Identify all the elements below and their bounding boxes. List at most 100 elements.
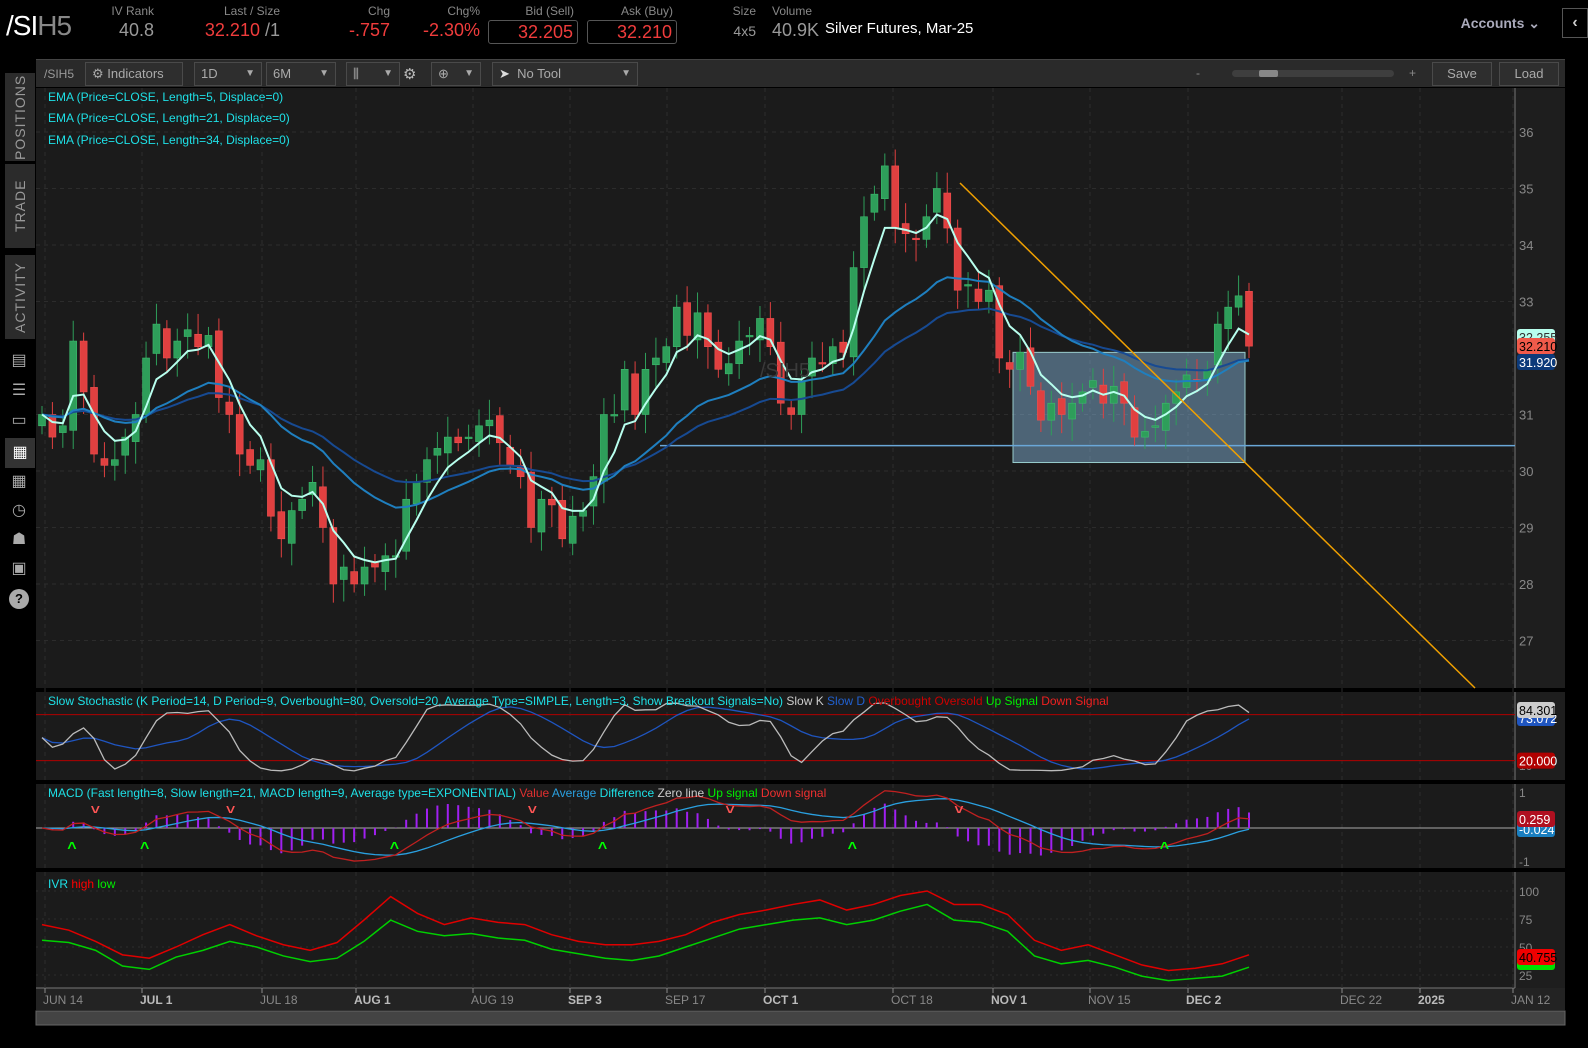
- candle-up: [485, 419, 494, 427]
- macd-down-signal-icon: ^: [226, 798, 235, 815]
- candle-up: [1161, 402, 1170, 431]
- candle-down: [79, 340, 88, 393]
- horizontal-scrollbar[interactable]: [35, 1010, 1566, 1026]
- candle-up: [933, 188, 941, 213]
- candle-up: [735, 340, 743, 364]
- price-tick-label: 33: [1519, 295, 1533, 310]
- candle-down: [631, 373, 639, 415]
- time-tick-label: NOV 15: [1088, 993, 1131, 1007]
- macd-legend: MACD (Fast length=8, Slow length=21, MAC…: [48, 786, 827, 800]
- time-tick-label: 2025: [1418, 993, 1445, 1007]
- candle-up: [985, 289, 993, 302]
- macd-up-signal-icon: ^: [1160, 840, 1169, 857]
- candle-up: [173, 340, 182, 359]
- ivr-tick-label: 100: [1519, 885, 1539, 899]
- macd-down-signal-icon: ^: [725, 798, 734, 815]
- time-tick-label: DEC 2: [1186, 993, 1222, 1007]
- candle-down: [787, 407, 795, 415]
- candle-down: [912, 237, 920, 241]
- stochastic-legend: Slow Stochastic (K Period=14, D Period=9…: [48, 694, 1109, 708]
- time-tick-label: JUL 18: [260, 993, 298, 1007]
- candle-down: [1245, 291, 1253, 347]
- candle-up: [652, 357, 660, 366]
- time-tick-label: JAN 12: [1511, 993, 1551, 1007]
- candle-down: [319, 486, 327, 528]
- candle-down: [454, 436, 463, 444]
- candle-up: [111, 459, 119, 466]
- candle-up: [870, 193, 879, 213]
- candle-up: [1224, 306, 1232, 329]
- candle-up: [464, 436, 473, 439]
- time-tick-label: AUG 19: [471, 993, 514, 1007]
- chart-canvas[interactable]: JUN 14 JUL 1 JUL 18 AUG 1 AUG 19 SEP 3 SEP 17 O…: [0, 0, 1588, 1048]
- candle-up: [1151, 425, 1160, 428]
- candle-up: [860, 216, 868, 268]
- candle-down: [683, 302, 691, 336]
- time-tick-label: AUG 1: [354, 993, 391, 1007]
- candle-up: [620, 368, 629, 411]
- candle-up: [444, 436, 452, 454]
- macd-up-signal-icon: ^: [390, 840, 399, 857]
- candle-up: [1016, 352, 1024, 370]
- ivr-value-label: 40.755: [1519, 951, 1557, 965]
- macd-value-label: 0.259: [1519, 813, 1550, 827]
- candle-up: [568, 515, 577, 544]
- candle-up: [433, 448, 442, 456]
- candle-up: [183, 329, 192, 337]
- candle-up: [610, 414, 619, 417]
- candle-down: [100, 458, 109, 466]
- time-tick-label: JUN 14: [43, 993, 83, 1007]
- candle-down: [891, 165, 900, 229]
- candle-up: [1089, 380, 1097, 388]
- macd-tick-label: -1: [1519, 855, 1530, 869]
- price-tick-label: 27: [1519, 634, 1533, 649]
- candle-down: [1037, 390, 1045, 421]
- candle-down: [1057, 398, 1066, 415]
- macd-tick-label: 1: [1519, 786, 1526, 800]
- candle-down: [48, 414, 57, 438]
- candle-up: [881, 165, 889, 199]
- price-tick-label: 34: [1519, 238, 1533, 253]
- candle-down: [329, 527, 338, 585]
- price-panel-axis: [1515, 88, 1565, 688]
- ivr-panel: [36, 872, 1515, 988]
- candle-up: [964, 284, 972, 287]
- ivr-tick-label: 75: [1519, 913, 1533, 927]
- ema34-study-label[interactable]: EMA (Price=CLOSE, Length=34, Displace=0): [48, 133, 290, 147]
- candle-up: [672, 306, 681, 347]
- candle-up: [360, 566, 369, 585]
- candle-down: [350, 571, 358, 585]
- candle-up: [287, 510, 296, 544]
- price-tick-label: 30: [1519, 464, 1533, 479]
- candle-up: [152, 323, 161, 354]
- candle-up: [849, 267, 858, 358]
- price-panel: [36, 88, 1515, 688]
- candle-up: [1141, 431, 1149, 438]
- candle-up: [339, 566, 348, 580]
- time-tick-label: OCT 1: [763, 993, 799, 1007]
- price-tick-label: 28: [1519, 577, 1533, 592]
- slow-k-value-label: 84.301: [1519, 704, 1557, 718]
- candle-up: [724, 363, 733, 375]
- candle-up: [1068, 402, 1076, 420]
- candle-up: [298, 498, 306, 511]
- ema21-study-label[interactable]: EMA (Price=CLOSE, Length=21, Displace=0): [48, 111, 290, 125]
- candle-down: [225, 401, 234, 415]
- ivr-tick-label: 25: [1519, 969, 1533, 983]
- candle-up: [537, 498, 546, 533]
- last-price-label: 32.210: [1519, 340, 1557, 354]
- time-tick-label: OCT 18: [891, 993, 933, 1007]
- macd-up-signal-icon: ^: [67, 840, 76, 857]
- candle-up: [59, 425, 67, 433]
- candle-up: [381, 555, 390, 572]
- macd-down-signal-icon: ^: [91, 798, 100, 815]
- time-tick-label: NOV 1: [991, 993, 1027, 1007]
- ema5-study-label[interactable]: EMA (Price=CLOSE, Length=5, Displace=0): [48, 90, 283, 104]
- watermark: /SIH5: [760, 360, 811, 382]
- oversold-value-label: 20.000: [1519, 755, 1557, 769]
- ivr-legend: IVR high low: [48, 877, 116, 891]
- price-tick-label: 31: [1519, 408, 1533, 423]
- macd-down-signal-icon: ^: [954, 798, 963, 815]
- macd-up-signal-icon: ^: [140, 840, 149, 857]
- time-tick-label: JUL 1: [140, 993, 173, 1007]
